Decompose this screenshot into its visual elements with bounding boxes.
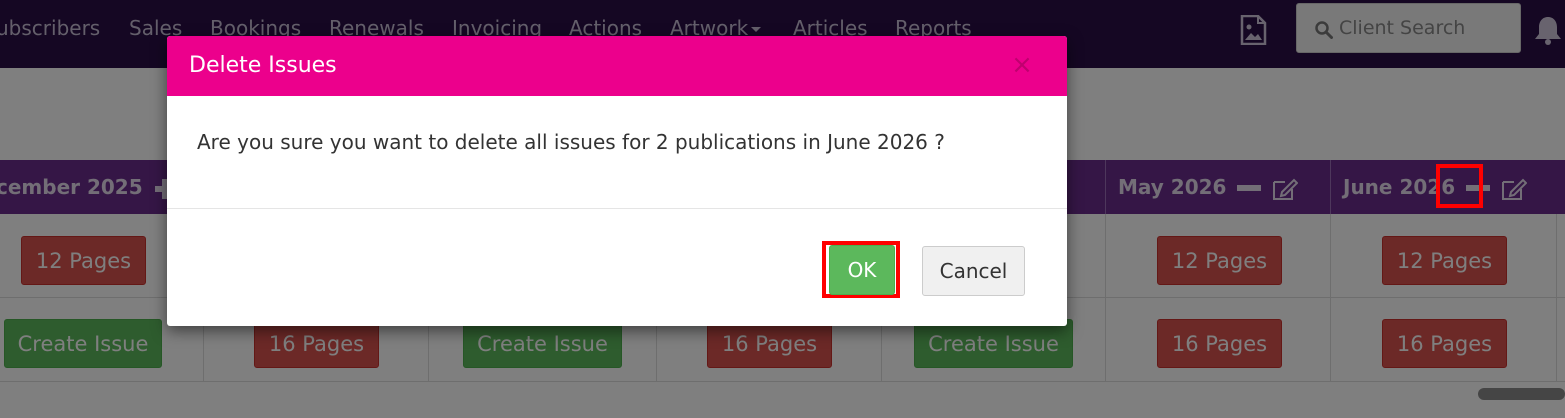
confirmation-message: Are you sure you want to delete all issu… [197,130,945,154]
modal-body: Are you sure you want to delete all issu… [167,96,1067,209]
ok-button[interactable]: OK [829,245,895,295]
delete-issues-dialog: Delete Issues × Are you sure you want to… [167,36,1067,326]
modal-header: Delete Issues × [167,36,1067,96]
modal-title: Delete Issues [189,53,337,78]
close-icon[interactable]: × [1010,52,1034,80]
cancel-button[interactable]: Cancel [922,246,1025,296]
modal-footer: Cancel [167,209,1067,326]
highlight-box [1436,164,1483,208]
